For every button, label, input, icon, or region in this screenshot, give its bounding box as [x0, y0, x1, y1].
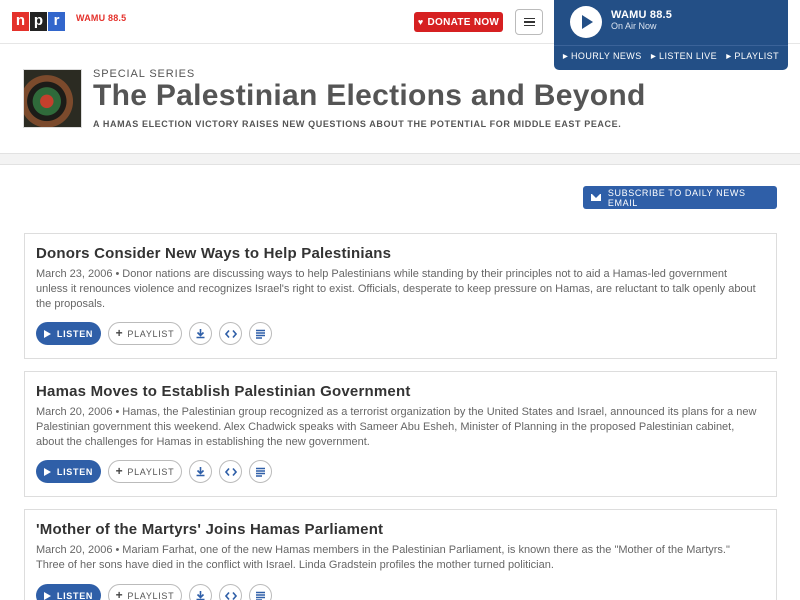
story-teaser-text: Donor nations are discussing ways to hel…: [36, 268, 756, 310]
transcript-button[interactable]: [249, 322, 272, 345]
embed-button[interactable]: [219, 460, 242, 483]
station-logo[interactable]: WAMU 88.5: [76, 13, 126, 24]
story-card: Donors Consider New Ways to Help Palesti…: [24, 233, 777, 359]
story-teaser: March 20, 2006 • Mariam Farhat, one of the…: [36, 544, 730, 571]
player-station-name: WAMU 88.5: [611, 9, 673, 21]
player-status: On Air Now: [611, 21, 657, 31]
download-button[interactable]: [189, 460, 212, 483]
embed-button[interactable]: [219, 322, 242, 345]
plus-icon: +: [115, 464, 124, 478]
player-links: ▶ HOURLY NEWS ▶ LISTEN LIVE ▶ PLAYLIST: [554, 51, 788, 61]
story-actions: LISTEN + PLAYLIST: [36, 584, 272, 600]
download-button[interactable]: [189, 322, 212, 345]
transcript-icon: [256, 329, 265, 339]
story-teaser-text: Mariam Farhat, one of the new Hamas memb…: [36, 544, 730, 571]
download-icon: [196, 591, 205, 600]
caret-right-icon: ▶: [563, 54, 569, 60]
transcript-button[interactable]: [249, 584, 272, 600]
embed-icon: [224, 591, 237, 600]
story-teaser-text: Hamas, the Palestinian group recognized …: [36, 406, 757, 448]
player-divider: [554, 45, 788, 46]
download-icon: [196, 467, 205, 477]
story-actions: LISTEN + PLAYLIST: [36, 322, 272, 345]
embed-icon: [224, 329, 237, 338]
heart-icon: ♥: [417, 17, 424, 27]
story-teaser: March 20, 2006 • Hamas, the Palestinian gr…: [36, 406, 757, 448]
caret-right-icon: ▶: [651, 54, 657, 60]
embed-icon: [224, 467, 237, 476]
subscribe-label: SUBSCRIBE TO DAILY NEWS EMAIL: [607, 187, 746, 208]
story-title[interactable]: Donors Consider New Ways to Help Palesti…: [36, 245, 391, 262]
live-player: WAMU 88.5 On Air Now ▶ HOURLY NEWS ▶ LISTE…: [554, 0, 788, 70]
page-title: The Palestinian Elections and Beyond: [93, 79, 646, 112]
donate-button[interactable]: ♥ DONATE NOW: [414, 12, 503, 32]
mail-icon: [591, 194, 601, 201]
listen-button[interactable]: LISTEN: [36, 460, 101, 483]
npr-logo[interactable]: n p r: [12, 12, 66, 31]
plus-icon: +: [115, 588, 124, 600]
play-icon: [43, 467, 51, 476]
caret-right-icon: ▶: [726, 54, 732, 60]
station-logo-text: WAMU 88.5: [76, 13, 127, 23]
transcript-icon: [256, 467, 265, 477]
play-live-icon[interactable]: [570, 6, 602, 38]
listen-button[interactable]: LISTEN: [36, 584, 101, 600]
npr-logo-p: p: [30, 12, 47, 31]
playlist-link[interactable]: ▶ PLAYLIST: [726, 51, 779, 61]
series-image: [23, 69, 82, 128]
subscribe-button[interactable]: SUBSCRIBE TO DAILY NEWS EMAIL: [583, 186, 777, 209]
story-title[interactable]: Hamas Moves to Establish Palestinian Gov…: [36, 383, 411, 400]
hamburger-icon: [523, 17, 535, 20]
embed-button[interactable]: [219, 584, 242, 600]
donate-label: DONATE NOW: [427, 16, 500, 28]
add-to-playlist-button[interactable]: + PLAYLIST: [108, 322, 182, 345]
transcript-icon: [256, 591, 265, 600]
transcript-button[interactable]: [249, 460, 272, 483]
story-actions: LISTEN + PLAYLIST: [36, 460, 272, 483]
play-icon: [43, 591, 51, 600]
series-description: A HAMAS ELECTION VICTORY RAISES NEW QUES…: [93, 119, 622, 129]
listen-live-link[interactable]: ▶ LISTEN LIVE: [651, 51, 717, 61]
menu-button[interactable]: [515, 9, 543, 35]
section-divider: [0, 153, 800, 165]
download-icon: [196, 329, 205, 339]
download-button[interactable]: [189, 584, 212, 600]
play-icon: [43, 329, 51, 338]
npr-logo-r: r: [48, 12, 65, 31]
listen-button[interactable]: LISTEN: [36, 322, 101, 345]
story-card: 'Mother of the Martyrs' Joins Hamas Parl…: [24, 509, 777, 600]
story-teaser: March 23, 2006 • Donor nations are discuss…: [36, 268, 756, 310]
hourly-news-link[interactable]: ▶ HOURLY NEWS: [563, 51, 642, 61]
story-date: March 20, 2006: [36, 544, 113, 556]
npr-logo-n: n: [12, 12, 29, 31]
plus-icon: +: [115, 326, 124, 340]
add-to-playlist-button[interactable]: + PLAYLIST: [108, 584, 182, 600]
story-date: March 23, 2006: [36, 268, 113, 280]
story-date: March 20, 2006: [36, 406, 113, 418]
story-card: Hamas Moves to Establish Palestinian Gov…: [24, 371, 777, 497]
story-title[interactable]: 'Mother of the Martyrs' Joins Hamas Parl…: [36, 521, 383, 538]
add-to-playlist-button[interactable]: + PLAYLIST: [108, 460, 182, 483]
